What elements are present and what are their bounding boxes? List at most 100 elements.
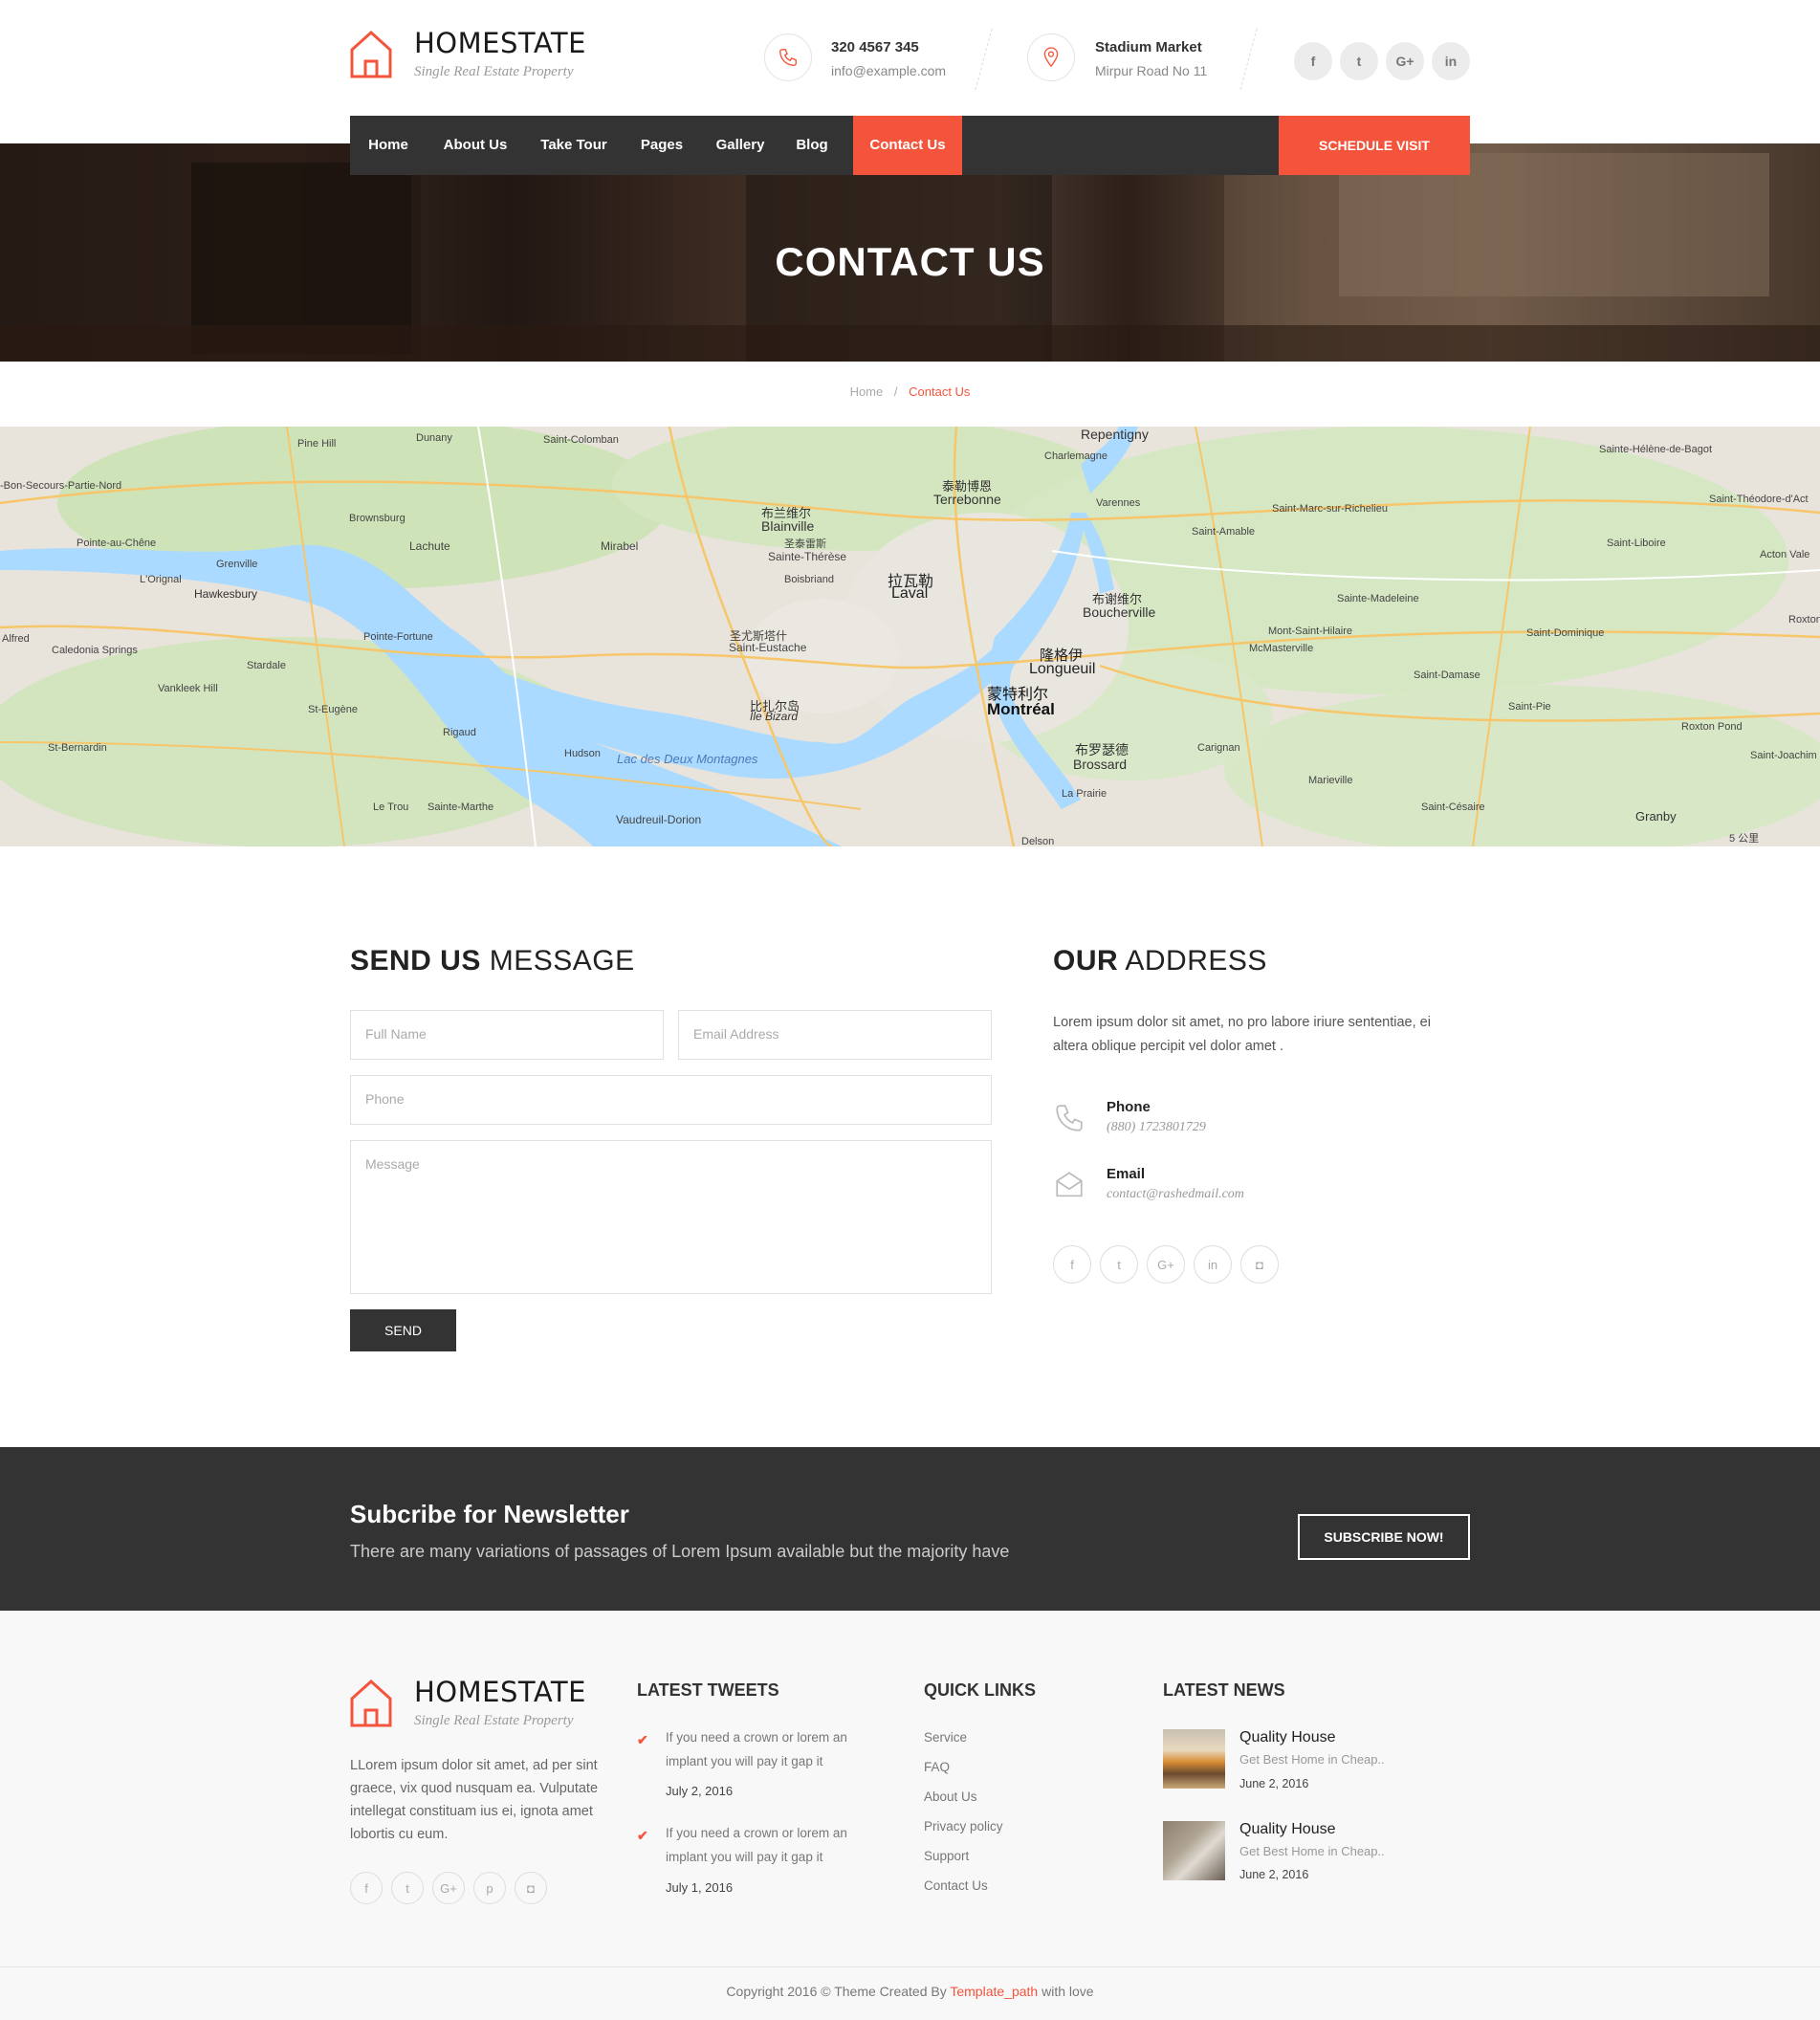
map-label: Saint-Damase bbox=[1414, 670, 1480, 681]
nav-about-us[interactable]: About Us bbox=[427, 116, 524, 175]
nav-gallery[interactable]: Gallery bbox=[700, 116, 780, 175]
map-label: St-Eugène bbox=[308, 704, 358, 715]
twitter-icon[interactable]: t bbox=[1100, 1245, 1138, 1284]
google-plus-icon[interactable]: G+ bbox=[1147, 1245, 1185, 1284]
email-label: Email bbox=[1107, 1166, 1146, 1182]
map-label: St-Bernardin bbox=[48, 742, 107, 754]
quick-link-service[interactable]: Service bbox=[924, 1730, 967, 1745]
quick-links-title: QUICK LINKS bbox=[924, 1680, 1036, 1700]
map-label: Vaudreuil-Dorion bbox=[616, 813, 702, 826]
news-title[interactable]: Quality House bbox=[1239, 1821, 1336, 1838]
tweet-text[interactable]: If you need a crown or lorem an implant … bbox=[666, 1725, 847, 1773]
nav-take-tour[interactable]: Take Tour bbox=[524, 116, 624, 175]
quick-link-privacy-policy[interactable]: Privacy policy bbox=[924, 1819, 1003, 1833]
news-title[interactable]: Quality House bbox=[1239, 1729, 1336, 1746]
map-label: Saint-Joachim bbox=[1750, 750, 1817, 761]
map-label: Carignan bbox=[1197, 742, 1240, 754]
footer-logo-icon[interactable] bbox=[350, 1678, 392, 1732]
news-date: June 2, 2016 bbox=[1239, 1777, 1309, 1790]
message-textarea[interactable]: Message bbox=[350, 1140, 992, 1294]
quick-link-support[interactable]: Support bbox=[924, 1849, 969, 1863]
phone-input[interactable]: Phone bbox=[350, 1075, 992, 1125]
map-scale: 5 公里 bbox=[1729, 833, 1760, 845]
linkedin-icon[interactable]: in bbox=[1194, 1245, 1232, 1284]
logo-icon[interactable] bbox=[350, 29, 392, 83]
instagram-icon[interactable]: ◘ bbox=[515, 1872, 547, 1904]
map-label: Roxton bbox=[1788, 614, 1820, 626]
map-label: Granby bbox=[1635, 809, 1677, 823]
facebook-icon[interactable]: f bbox=[350, 1872, 383, 1904]
map-label: Pointe-au-Chêne bbox=[77, 538, 157, 549]
map-label: Longueuil bbox=[1029, 661, 1096, 677]
map-label: Sainte-Hélène-de-Bagot bbox=[1599, 444, 1713, 455]
phone-icon bbox=[764, 33, 812, 81]
header-phone[interactable]: 320 4567 345 bbox=[831, 39, 919, 55]
quick-link-faq[interactable]: FAQ bbox=[924, 1760, 950, 1774]
news-thumbnail[interactable] bbox=[1163, 1729, 1225, 1789]
quick-link-contact-us[interactable]: Contact Us bbox=[924, 1878, 988, 1893]
map-label: Lachute bbox=[409, 539, 450, 553]
full-name-input[interactable]: Full Name bbox=[350, 1010, 664, 1060]
map-label: Blainville bbox=[761, 518, 815, 534]
facebook-icon[interactable]: f bbox=[1294, 42, 1332, 80]
map-label: Marieville bbox=[1308, 775, 1353, 786]
header-location-sub: Mirpur Road No 11 bbox=[1095, 63, 1208, 78]
news-thumbnail[interactable] bbox=[1163, 1821, 1225, 1880]
footer-brand-tagline: Single Real Estate Property bbox=[414, 1713, 574, 1728]
phone-value[interactable]: (880) 1723801729 bbox=[1107, 1120, 1206, 1135]
pinterest-icon[interactable]: p bbox=[473, 1872, 506, 1904]
news-subtitle: Get Best Home in Cheap.. bbox=[1239, 1844, 1385, 1858]
email-value[interactable]: contact@rashedmail.com bbox=[1107, 1187, 1244, 1202]
map-label: Sainte-Madeleine bbox=[1337, 593, 1419, 604]
brand-name[interactable]: HOMESTATE bbox=[414, 27, 586, 59]
twitter-icon: ✔ bbox=[637, 1828, 648, 1843]
map-label: Roxton Pond bbox=[1681, 721, 1743, 733]
map-label: Stardale bbox=[247, 660, 286, 671]
map-label: Terrebonne bbox=[933, 492, 1001, 507]
breadcrumb-home[interactable]: Home bbox=[850, 384, 884, 399]
map-label: Brownsburg bbox=[349, 513, 406, 524]
tweet-text[interactable]: If you need a crown or lorem an implant … bbox=[666, 1821, 847, 1869]
map-label: Saint-Marc-sur-Richelieu bbox=[1272, 503, 1389, 515]
map-label: Le Trou bbox=[373, 801, 409, 813]
facebook-icon[interactable]: f bbox=[1053, 1245, 1091, 1284]
news-subtitle: Get Best Home in Cheap.. bbox=[1239, 1752, 1385, 1767]
breadcrumb-current: Contact Us bbox=[909, 384, 971, 399]
map-label: Saint-Liboire bbox=[1607, 538, 1666, 549]
latest-tweets-title: LATEST TWEETS bbox=[637, 1680, 779, 1700]
copyright: Copyright 2016 © Theme Created By Templa… bbox=[726, 1984, 1094, 1999]
map-label: Saint-Césaire bbox=[1421, 801, 1485, 813]
nav-pages[interactable]: Pages bbox=[624, 116, 700, 175]
footer-brand-name[interactable]: HOMESTATE bbox=[414, 1676, 586, 1708]
google-plus-icon[interactable]: G+ bbox=[1386, 42, 1424, 80]
location-map[interactable]: Repentigny Charlemagne 泰勒博恩 Terrebonne 布… bbox=[0, 427, 1820, 846]
map-label: Repentigny bbox=[1081, 427, 1149, 442]
map-label: Caledonia Springs bbox=[52, 645, 138, 656]
quick-link-about-us[interactable]: About Us bbox=[924, 1789, 977, 1804]
map-label: Lac des Deux Montagnes bbox=[617, 752, 758, 766]
nav-contact-us[interactable]: Contact Us bbox=[853, 116, 962, 175]
map-label: Rigaud bbox=[443, 727, 476, 738]
latest-news-title: LATEST NEWS bbox=[1163, 1680, 1285, 1700]
tweet-date: July 2, 2016 bbox=[666, 1784, 734, 1798]
map-label: Alfred bbox=[2, 633, 30, 645]
schedule-visit-button[interactable]: SCHEDULE VISIT bbox=[1279, 116, 1470, 175]
page-title: CONTACT US bbox=[775, 239, 1045, 284]
template-path-link[interactable]: Template_path bbox=[950, 1984, 1038, 1999]
map-label: Montréal bbox=[987, 700, 1055, 718]
twitter-icon[interactable]: t bbox=[1340, 42, 1378, 80]
linkedin-icon[interactable]: in bbox=[1432, 42, 1470, 80]
email-input[interactable]: Email Address bbox=[678, 1010, 992, 1060]
nav-blog[interactable]: Blog bbox=[780, 116, 844, 175]
map-label: Pointe-Fortune bbox=[363, 631, 433, 643]
instagram-icon[interactable]: ◘ bbox=[1240, 1245, 1279, 1284]
map-label: McMasterville bbox=[1249, 643, 1314, 654]
map-label: 圣泰雷斯 bbox=[784, 538, 826, 550]
top-header bbox=[0, 0, 1820, 116]
subscribe-button[interactable]: SUBSCRIBE NOW! bbox=[1298, 1514, 1470, 1560]
nav-home[interactable]: Home bbox=[350, 116, 427, 175]
twitter-icon[interactable]: t bbox=[391, 1872, 424, 1904]
send-button[interactable]: SEND bbox=[350, 1309, 456, 1351]
google-plus-icon[interactable]: G+ bbox=[432, 1872, 465, 1904]
header-email[interactable]: info@example.com bbox=[831, 63, 946, 78]
